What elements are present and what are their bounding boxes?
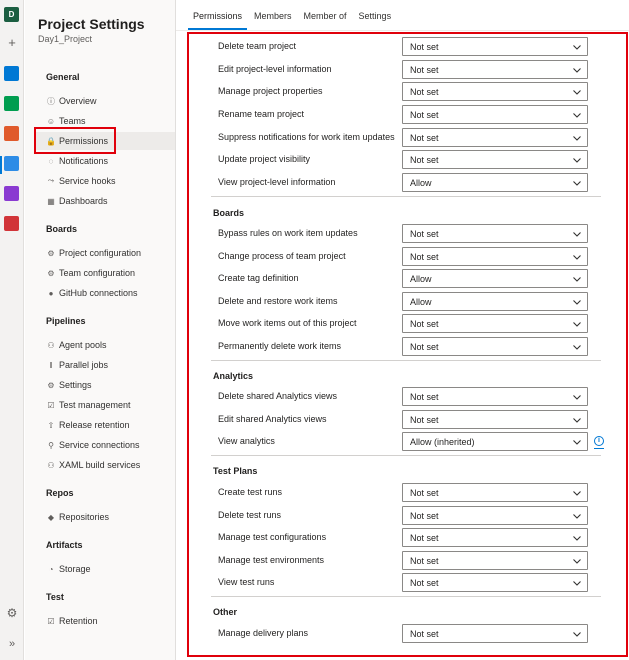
sidebar-item-label: Settings (59, 380, 92, 390)
agent-icon: ⚇ (47, 460, 55, 470)
dashboard-icon: ▦ (47, 196, 55, 206)
agent-icon: ⚇ (47, 340, 55, 350)
sidebar-item-label: Teams (59, 116, 86, 126)
project-settings-gear-icon[interactable]: ⚙ (5, 606, 19, 620)
tab-settings[interactable]: Settings (354, 4, 397, 30)
sidebar-item-label: Dashboards (59, 196, 108, 206)
hook-icon: ⤳ (47, 176, 55, 185)
sidebar-item-retention[interactable]: ☑ Retention (35, 612, 175, 630)
settings-sidebar: Project Settings Day1_Project General ⓘ O… (25, 0, 176, 660)
sidebar-item-label: XAML build services (59, 460, 141, 470)
new-project-plus-icon[interactable]: + (5, 36, 19, 50)
sidebar-item-label: Storage (59, 564, 91, 574)
team-gear-icon: ⚙ (47, 268, 55, 278)
repos-app-icon[interactable] (4, 126, 19, 141)
sidebar-item-github-connections[interactable]: ● GitHub connections (35, 284, 175, 302)
test-plans-app-icon[interactable] (4, 186, 19, 201)
plug-icon: ⚲ (48, 440, 54, 450)
app-rail: D + ⚙ » (0, 0, 24, 660)
sidebar-item-project-configuration[interactable]: ⚙ Project configuration (35, 244, 175, 262)
sidebar-item-service-connections[interactable]: ⚲ Service connections (35, 436, 175, 454)
permissions-highlight-frame (187, 32, 628, 657)
sidebar-item-label: Agent pools (59, 340, 107, 350)
sidebar-item-overview[interactable]: ⓘ Overview (35, 92, 175, 110)
boards-app-icon[interactable] (4, 96, 19, 111)
sidebar-item-label: Project configuration (59, 248, 142, 258)
sidebar-item-label: Service connections (59, 440, 140, 450)
sidebar-item-settings[interactable]: ⚙ Settings (35, 376, 175, 394)
pipelines-app-icon[interactable] (4, 156, 19, 171)
expand-rail-icon[interactable]: » (5, 637, 19, 651)
artifacts-app-icon[interactable] (4, 216, 19, 231)
section-repos: Repos (46, 488, 74, 498)
sidebar-item-label: Team configuration (59, 268, 136, 278)
project-name: Day1_Project (38, 34, 93, 44)
tab-bar: Permissions Members Member of Settings (188, 4, 398, 30)
chat-icon: ◌ (48, 156, 54, 166)
test-icon: ☑ (47, 400, 55, 410)
sidebar-item-label: Retention (59, 616, 98, 626)
storage-icon: ◔ (48, 564, 54, 574)
section-artifacts: Artifacts (46, 540, 83, 550)
sidebar-item-repositories[interactable]: ◆ Repositories (35, 508, 175, 526)
test-icon: ☑ (47, 616, 55, 626)
section-boards: Boards (46, 224, 78, 234)
overview-app-icon[interactable] (4, 66, 19, 81)
sidebar-item-label: Notifications (59, 156, 109, 166)
release-icon: ⇧ (47, 420, 55, 430)
sidebar-item-label: Service hooks (59, 176, 116, 186)
sidebar-item-service-hooks[interactable]: ⤳ Service hooks (35, 172, 175, 190)
sidebar-item-parallel-jobs[interactable]: ‖ Parallel jobs (35, 356, 175, 374)
repo-icon: ◆ (47, 512, 55, 522)
sidebar-item-xaml-build-services[interactable]: ⚇ XAML build services (35, 456, 175, 474)
sidebar-item-label: Release retention (59, 420, 130, 430)
gear-icon: ⚙ (47, 380, 55, 390)
section-pipelines: Pipelines (46, 316, 86, 326)
sidebar-item-label: Parallel jobs (59, 360, 109, 370)
sidebar-item-dashboards[interactable]: ▦ Dashboards (35, 192, 175, 210)
sidebar-item-label: Repositories (59, 512, 110, 522)
section-test: Test (46, 592, 64, 602)
organization-avatar[interactable]: D (4, 7, 19, 22)
tab-members[interactable]: Members (249, 4, 297, 30)
sidebar-item-agent-pools[interactable]: ⚇ Agent pools (35, 336, 175, 354)
sidebar-item-release-retention[interactable]: ⇧ Release retention (35, 416, 175, 434)
sidebar-item-notifications[interactable]: ◌ Notifications (35, 152, 175, 170)
tab-member-of[interactable]: Member of (299, 4, 352, 30)
sidebar-item-label: Test management (59, 400, 131, 410)
parallel-icon: ‖ (49, 360, 53, 370)
sidebar-item-storage[interactable]: ◔ Storage (35, 560, 175, 578)
sidebar-item-team-configuration[interactable]: ⚙ Team configuration (35, 264, 175, 282)
tab-permissions[interactable]: Permissions (188, 4, 248, 30)
sidebar-title: Project Settings (38, 16, 145, 32)
section-general: General (46, 72, 80, 82)
sidebar-item-test-management[interactable]: ☑ Test management (35, 396, 175, 414)
rail-selection-indicator (0, 156, 2, 174)
gear-icon: ⚙ (47, 248, 55, 258)
sidebar-item-label: GitHub connections (59, 288, 138, 298)
tab-divider (176, 30, 629, 31)
permissions-highlight-box (34, 127, 116, 154)
sidebar-item-label: Overview (59, 96, 97, 106)
info-icon: ⓘ (47, 96, 55, 106)
github-icon: ● (48, 288, 54, 298)
team-icon: ☺ (46, 116, 56, 126)
